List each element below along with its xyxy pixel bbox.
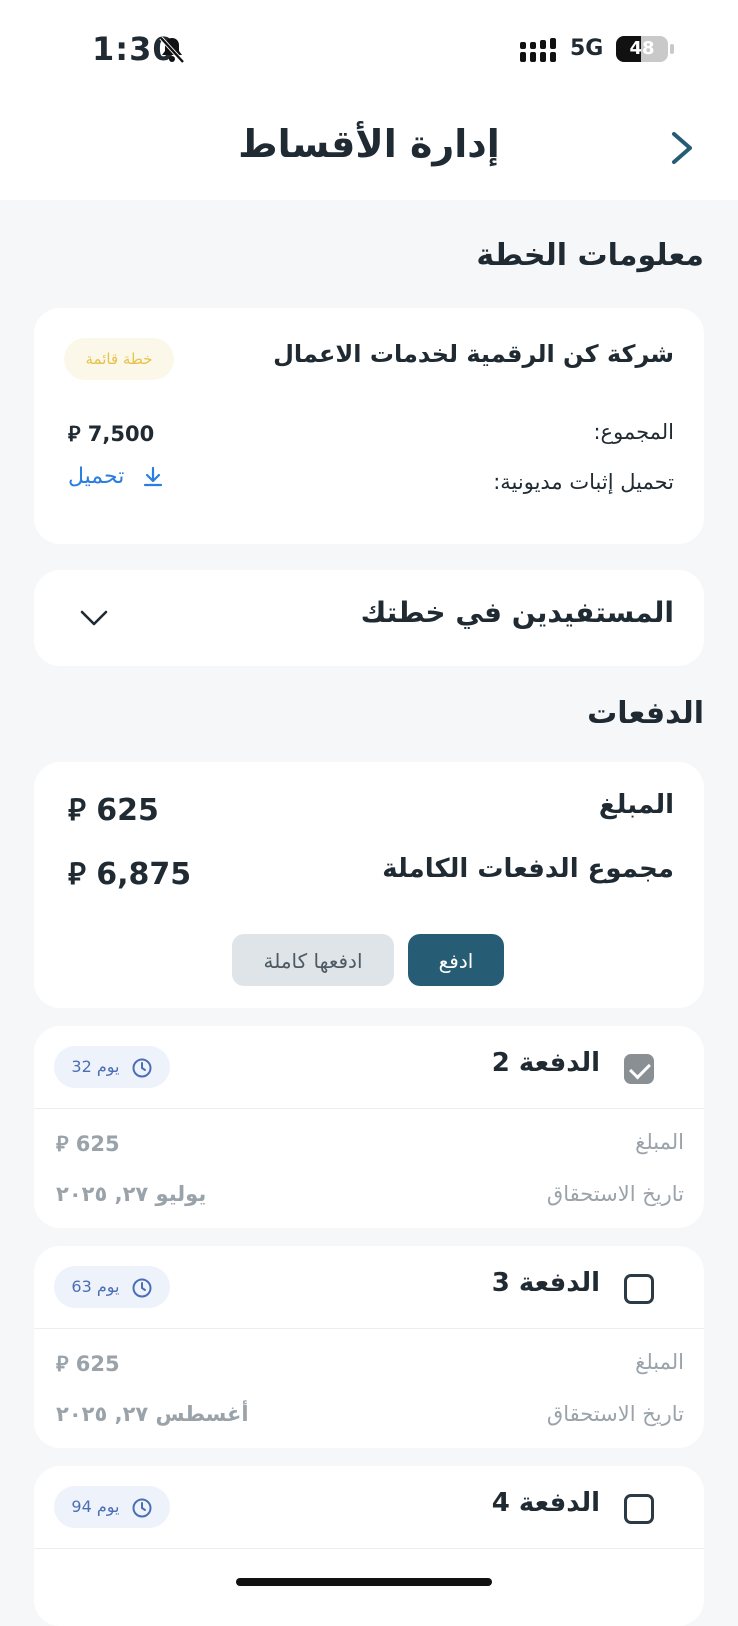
installment-title: الدفعة 4 (491, 1488, 600, 1518)
bell-muted-icon (159, 36, 185, 64)
amount-value: ⃁ 625 (68, 790, 159, 829)
beneficiaries-title: المستفيدين في خطتك (360, 596, 674, 629)
installment-due-label: تاريخ الاستحقاق (546, 1402, 684, 1426)
pay-all-button[interactable]: ادفعها كاملة (232, 934, 394, 986)
battery-icon: 48 (616, 36, 668, 62)
amount-label: المبلغ (598, 790, 674, 820)
installment-amount-label: المبلغ (635, 1350, 684, 1374)
plan-info-section-title: معلومات الخطة (476, 238, 704, 273)
days-remaining-badge: 94 يوم (54, 1486, 170, 1528)
installment-header: الدفعة 2 32 يوم (34, 1026, 704, 1109)
riyal-icon: ⃁ (68, 793, 86, 828)
company-name: شركة كن الرقمية لخدمات الاعمال (273, 340, 674, 368)
installment-card: الدفعة 3 63 يوم المبلغ ⃁ 625 تاريخ الاست… (34, 1246, 704, 1448)
installment-amount: ⃁ 625 (56, 1352, 120, 1376)
installment-checkbox[interactable] (624, 1274, 654, 1304)
download-link[interactable]: تحميل (68, 464, 165, 489)
installment-card: الدفعة 4 94 يوم (34, 1466, 704, 1626)
plan-status-badge: خطة قائمة (64, 338, 174, 380)
clock-icon (132, 1498, 152, 1517)
riyal-icon: ⃁ (56, 1352, 69, 1376)
home-indicator (236, 1578, 492, 1586)
debt-proof-label: تحميل إثبات مديونية: (493, 470, 674, 494)
app-header: إدارة الأقساط (0, 100, 738, 200)
signal-icon (520, 38, 556, 62)
installment-header: الدفعة 3 63 يوم (34, 1246, 704, 1329)
network-type: 5G (570, 36, 604, 61)
riyal-icon: ⃁ (56, 1132, 69, 1156)
pay-button[interactable]: ادفع (408, 934, 504, 986)
riyal-icon: ⃁ (68, 857, 86, 892)
days-remaining-badge: 32 يوم (54, 1046, 170, 1088)
installment-due-date: أغسطس ٢٧, ٢٠٢٥ (56, 1402, 249, 1426)
download-icon (144, 466, 163, 487)
chevron-down-icon[interactable] (78, 602, 110, 634)
payments-section-title: الدفعات (587, 696, 704, 731)
status-bar: 1:30 5G 48 (0, 0, 738, 100)
total-label: المجموع: (593, 420, 674, 444)
installment-due-label: تاريخ الاستحقاق (546, 1182, 684, 1206)
full-total-value: ⃁ 6,875 (68, 854, 191, 893)
installment-checkbox[interactable] (624, 1494, 654, 1524)
installment-title: الدفعة 2 (491, 1048, 600, 1078)
plan-info-card: شركة كن الرقمية لخدمات الاعمال خطة قائمة… (34, 308, 704, 544)
payments-summary-card: المبلغ ⃁ 625 مجموع الدفعات الكاملة ⃁ 6,8… (34, 762, 704, 1008)
installment-card: الدفعة 2 32 يوم المبلغ ⃁ 625 تاريخ الاست… (34, 1026, 704, 1228)
riyal-icon: ⃁ (68, 422, 81, 446)
full-total-label: مجموع الدفعات الكاملة (382, 854, 674, 884)
installment-amount-label: المبلغ (635, 1130, 684, 1154)
beneficiaries-card[interactable]: المستفيدين في خطتك (34, 570, 704, 666)
installment-due-date: يوليو ٢٧, ٢٠٢٥ (56, 1182, 207, 1206)
clock-icon (132, 1278, 152, 1297)
total-value: ⃁ 7,500 (68, 422, 155, 446)
installment-header: الدفعة 4 94 يوم (34, 1466, 704, 1549)
page-title: إدارة الأقساط (238, 122, 500, 166)
clock-icon (132, 1058, 152, 1077)
days-remaining-badge: 63 يوم (54, 1266, 170, 1308)
battery-percent: 48 (629, 38, 655, 59)
installment-title: الدفعة 3 (491, 1268, 600, 1298)
installment-amount: ⃁ 625 (56, 1132, 120, 1156)
installment-checkbox[interactable] (624, 1054, 654, 1084)
battery-cap (670, 44, 674, 54)
download-label: تحميل (68, 464, 125, 489)
